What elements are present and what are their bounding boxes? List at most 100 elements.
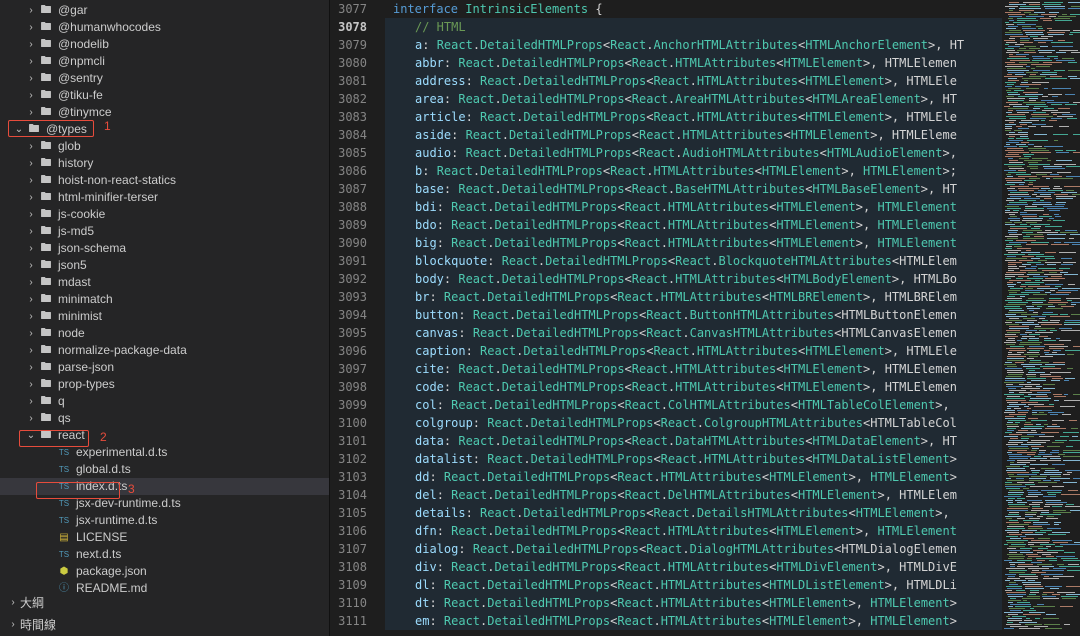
- file-explorer[interactable]: ›🖿@gar›🖿@humanwhocodes›🖿@nodelib›🖿@npmcl…: [0, 0, 330, 636]
- code-line[interactable]: audio: React.DetailedHTMLProps<React.Aud…: [385, 144, 1002, 162]
- code-line[interactable]: base: React.DetailedHTMLProps<React.Base…: [385, 180, 1002, 198]
- chevron-right-icon: ›: [24, 189, 38, 206]
- tree-item-label: jsx-runtime.d.ts: [72, 512, 157, 529]
- folder-icon: 🖿: [38, 104, 54, 121]
- code-line[interactable]: dd: React.DetailedHTMLProps<React.HTMLAt…: [385, 468, 1002, 486]
- folder-sub-prop-types[interactable]: ›🖿prop-types: [0, 376, 329, 393]
- file-experimental-d-ts[interactable]: TSexperimental.d.ts: [0, 444, 329, 461]
- file-index-d-ts[interactable]: TSindex.d.ts: [0, 478, 329, 495]
- code-line[interactable]: br: React.DetailedHTMLProps<React.HTMLAt…: [385, 288, 1002, 306]
- code-line[interactable]: canvas: React.DetailedHTMLProps<React.Ca…: [385, 324, 1002, 342]
- folder-icon: 🖿: [38, 172, 54, 189]
- folder-sentry[interactable]: ›🖿@sentry: [0, 70, 329, 87]
- code-line[interactable]: article: React.DetailedHTMLProps<React.H…: [385, 108, 1002, 126]
- code-line[interactable]: code: React.DetailedHTMLProps<React.HTML…: [385, 378, 1002, 396]
- code-line[interactable]: em: React.DetailedHTMLProps<React.HTMLAt…: [385, 612, 1002, 630]
- code-line[interactable]: area: React.DetailedHTMLProps<React.Area…: [385, 90, 1002, 108]
- folder-sub-q[interactable]: ›🖿q: [0, 393, 329, 410]
- code-line[interactable]: div: React.DetailedHTMLProps<React.HTMLA…: [385, 558, 1002, 576]
- chevron-right-icon: ›: [24, 138, 38, 155]
- folder-sub-html-minifier-terser[interactable]: ›🖿html-minifier-terser: [0, 189, 329, 206]
- file-jsx-runtime-d-ts[interactable]: TSjsx-runtime.d.ts: [0, 512, 329, 529]
- tree-item-label: parse-json: [54, 359, 114, 376]
- code-line[interactable]: bdi: React.DetailedHTMLProps<React.HTMLA…: [385, 198, 1002, 216]
- file-next-d-ts[interactable]: TSnext.d.ts: [0, 546, 329, 563]
- code-line[interactable]: del: React.DetailedHTMLProps<React.DelHT…: [385, 486, 1002, 504]
- code-line[interactable]: abbr: React.DetailedHTMLProps<React.HTML…: [385, 54, 1002, 72]
- code-line[interactable]: cite: React.DetailedHTMLProps<React.HTML…: [385, 360, 1002, 378]
- folder-tinymce[interactable]: ›🖿@tinymce: [0, 104, 329, 121]
- folder-sub-qs[interactable]: ›🖿qs: [0, 410, 329, 427]
- tree-item-label: @humanwhocodes: [54, 19, 161, 36]
- folder-sub-minimatch[interactable]: ›🖿minimatch: [0, 291, 329, 308]
- code-line[interactable]: dialog: React.DetailedHTMLProps<React.Di…: [385, 540, 1002, 558]
- code-line[interactable]: dl: React.DetailedHTMLProps<React.HTMLAt…: [385, 576, 1002, 594]
- folder-sub-parse-json[interactable]: ›🖿parse-json: [0, 359, 329, 376]
- folder-tiku-fe[interactable]: ›🖿@tiku-fe: [0, 87, 329, 104]
- folder-sub-json-schema[interactable]: ›🖿json-schema: [0, 240, 329, 257]
- code-line[interactable]: caption: React.DetailedHTMLProps<React.H…: [385, 342, 1002, 360]
- code-line[interactable]: button: React.DetailedHTMLProps<React.Bu…: [385, 306, 1002, 324]
- folder-sub-json5[interactable]: ›🖿json5: [0, 257, 329, 274]
- chevron-right-icon: ›: [24, 393, 38, 410]
- tree-item-label: json5: [54, 257, 87, 274]
- folder-icon: 🖿: [38, 257, 54, 274]
- folder-types[interactable]: ⌄🖿@types: [0, 121, 329, 138]
- code-line[interactable]: interface IntrinsicElements {: [385, 0, 1002, 18]
- folder-sub-node[interactable]: ›🖿node: [0, 325, 329, 342]
- code-line[interactable]: blockquote: React.DetailedHTMLProps<Reac…: [385, 252, 1002, 270]
- code-line[interactable]: b: React.DetailedHTMLProps<React.HTMLAtt…: [385, 162, 1002, 180]
- file-jsx-dev-runtime-d-ts[interactable]: TSjsx-dev-runtime.d.ts: [0, 495, 329, 512]
- folder-gar[interactable]: ›🖿@gar: [0, 2, 329, 19]
- file-README-md[interactable]: ⓘREADME.md: [0, 580, 329, 592]
- code-line[interactable]: address: React.DetailedHTMLProps<React.H…: [385, 72, 1002, 90]
- folder-sub-history[interactable]: ›🖿history: [0, 155, 329, 172]
- chevron-down-icon: ⌄: [24, 427, 38, 444]
- code-line[interactable]: dt: React.DetailedHTMLProps<React.HTMLAt…: [385, 594, 1002, 612]
- code-line[interactable]: aside: React.DetailedHTMLProps<React.HTM…: [385, 126, 1002, 144]
- code-area[interactable]: interface IntrinsicElements {// HTMLa: R…: [385, 0, 1002, 636]
- line-number: 3081: [330, 72, 367, 90]
- tree-item-label: @nodelib: [54, 36, 109, 53]
- folder-react[interactable]: ⌄🖿react: [0, 427, 329, 444]
- outline-section[interactable]: ›大綱: [0, 592, 329, 614]
- folder-humanwhocodes[interactable]: ›🖿@humanwhocodes: [0, 19, 329, 36]
- folder-sub-mdast[interactable]: ›🖿mdast: [0, 274, 329, 291]
- code-line[interactable]: big: React.DetailedHTMLProps<React.HTMLA…: [385, 234, 1002, 252]
- folder-sub-js-cookie[interactable]: ›🖿js-cookie: [0, 206, 329, 223]
- folder-nodelib[interactable]: ›🖿@nodelib: [0, 36, 329, 53]
- code-line[interactable]: bdo: React.DetailedHTMLProps<React.HTMLA…: [385, 216, 1002, 234]
- code-editor[interactable]: 3077307830793080308130823083308430853086…: [330, 0, 1080, 636]
- folder-sub-hoist-non-react-statics[interactable]: ›🖿hoist-non-react-statics: [0, 172, 329, 189]
- line-number: 3103: [330, 468, 367, 486]
- code-line[interactable]: col: React.DetailedHTMLProps<React.ColHT…: [385, 396, 1002, 414]
- folder-npmcli[interactable]: ›🖿@npmcli: [0, 53, 329, 70]
- line-number: 3099: [330, 396, 367, 414]
- timeline-section[interactable]: ›時間線: [0, 614, 329, 636]
- file-package-json[interactable]: ⬢package.json: [0, 563, 329, 580]
- minimap[interactable]: [1002, 0, 1080, 636]
- tree-item-label: minimist: [54, 308, 102, 325]
- folder-sub-js-md5[interactable]: ›🖿js-md5: [0, 223, 329, 240]
- code-line[interactable]: colgroup: React.DetailedHTMLProps<React.…: [385, 414, 1002, 432]
- line-number: 3089: [330, 216, 367, 234]
- code-line[interactable]: details: React.DetailedHTMLProps<React.D…: [385, 504, 1002, 522]
- code-line[interactable]: // HTML: [385, 18, 1002, 36]
- file-LICENSE[interactable]: ▤LICENSE: [0, 529, 329, 546]
- folder-sub-glob[interactable]: ›🖿glob: [0, 138, 329, 155]
- code-line[interactable]: datalist: React.DetailedHTMLProps<React.…: [385, 450, 1002, 468]
- chevron-right-icon: ›: [6, 614, 20, 636]
- folder-icon: 🖿: [38, 70, 54, 87]
- chevron-right-icon: ›: [24, 70, 38, 87]
- code-line[interactable]: dfn: React.DetailedHTMLProps<React.HTMLA…: [385, 522, 1002, 540]
- folder-sub-normalize-package-data[interactable]: ›🖿normalize-package-data: [0, 342, 329, 359]
- line-number: 3091: [330, 252, 367, 270]
- line-number: 3088: [330, 198, 367, 216]
- tree-item-label: glob: [54, 138, 81, 155]
- folder-icon: 🖿: [38, 53, 54, 70]
- file-global-d-ts[interactable]: TSglobal.d.ts: [0, 461, 329, 478]
- code-line[interactable]: a: React.DetailedHTMLProps<React.AnchorH…: [385, 36, 1002, 54]
- folder-sub-minimist[interactable]: ›🖿minimist: [0, 308, 329, 325]
- code-line[interactable]: body: React.DetailedHTMLProps<React.HTML…: [385, 270, 1002, 288]
- code-line[interactable]: data: React.DetailedHTMLProps<React.Data…: [385, 432, 1002, 450]
